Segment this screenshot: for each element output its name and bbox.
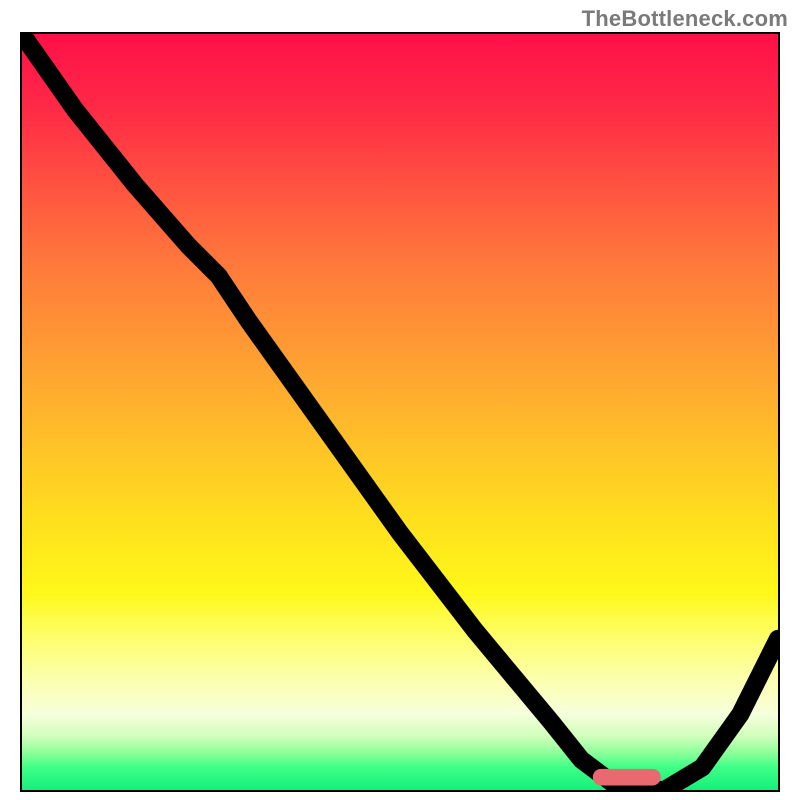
optimal-range-marker [593, 769, 661, 786]
chart-svg [22, 34, 778, 790]
bottleneck-chart [20, 32, 780, 792]
bottleneck-curve-line [22, 34, 778, 790]
watermark-text: TheBottleneck.com [582, 6, 788, 32]
